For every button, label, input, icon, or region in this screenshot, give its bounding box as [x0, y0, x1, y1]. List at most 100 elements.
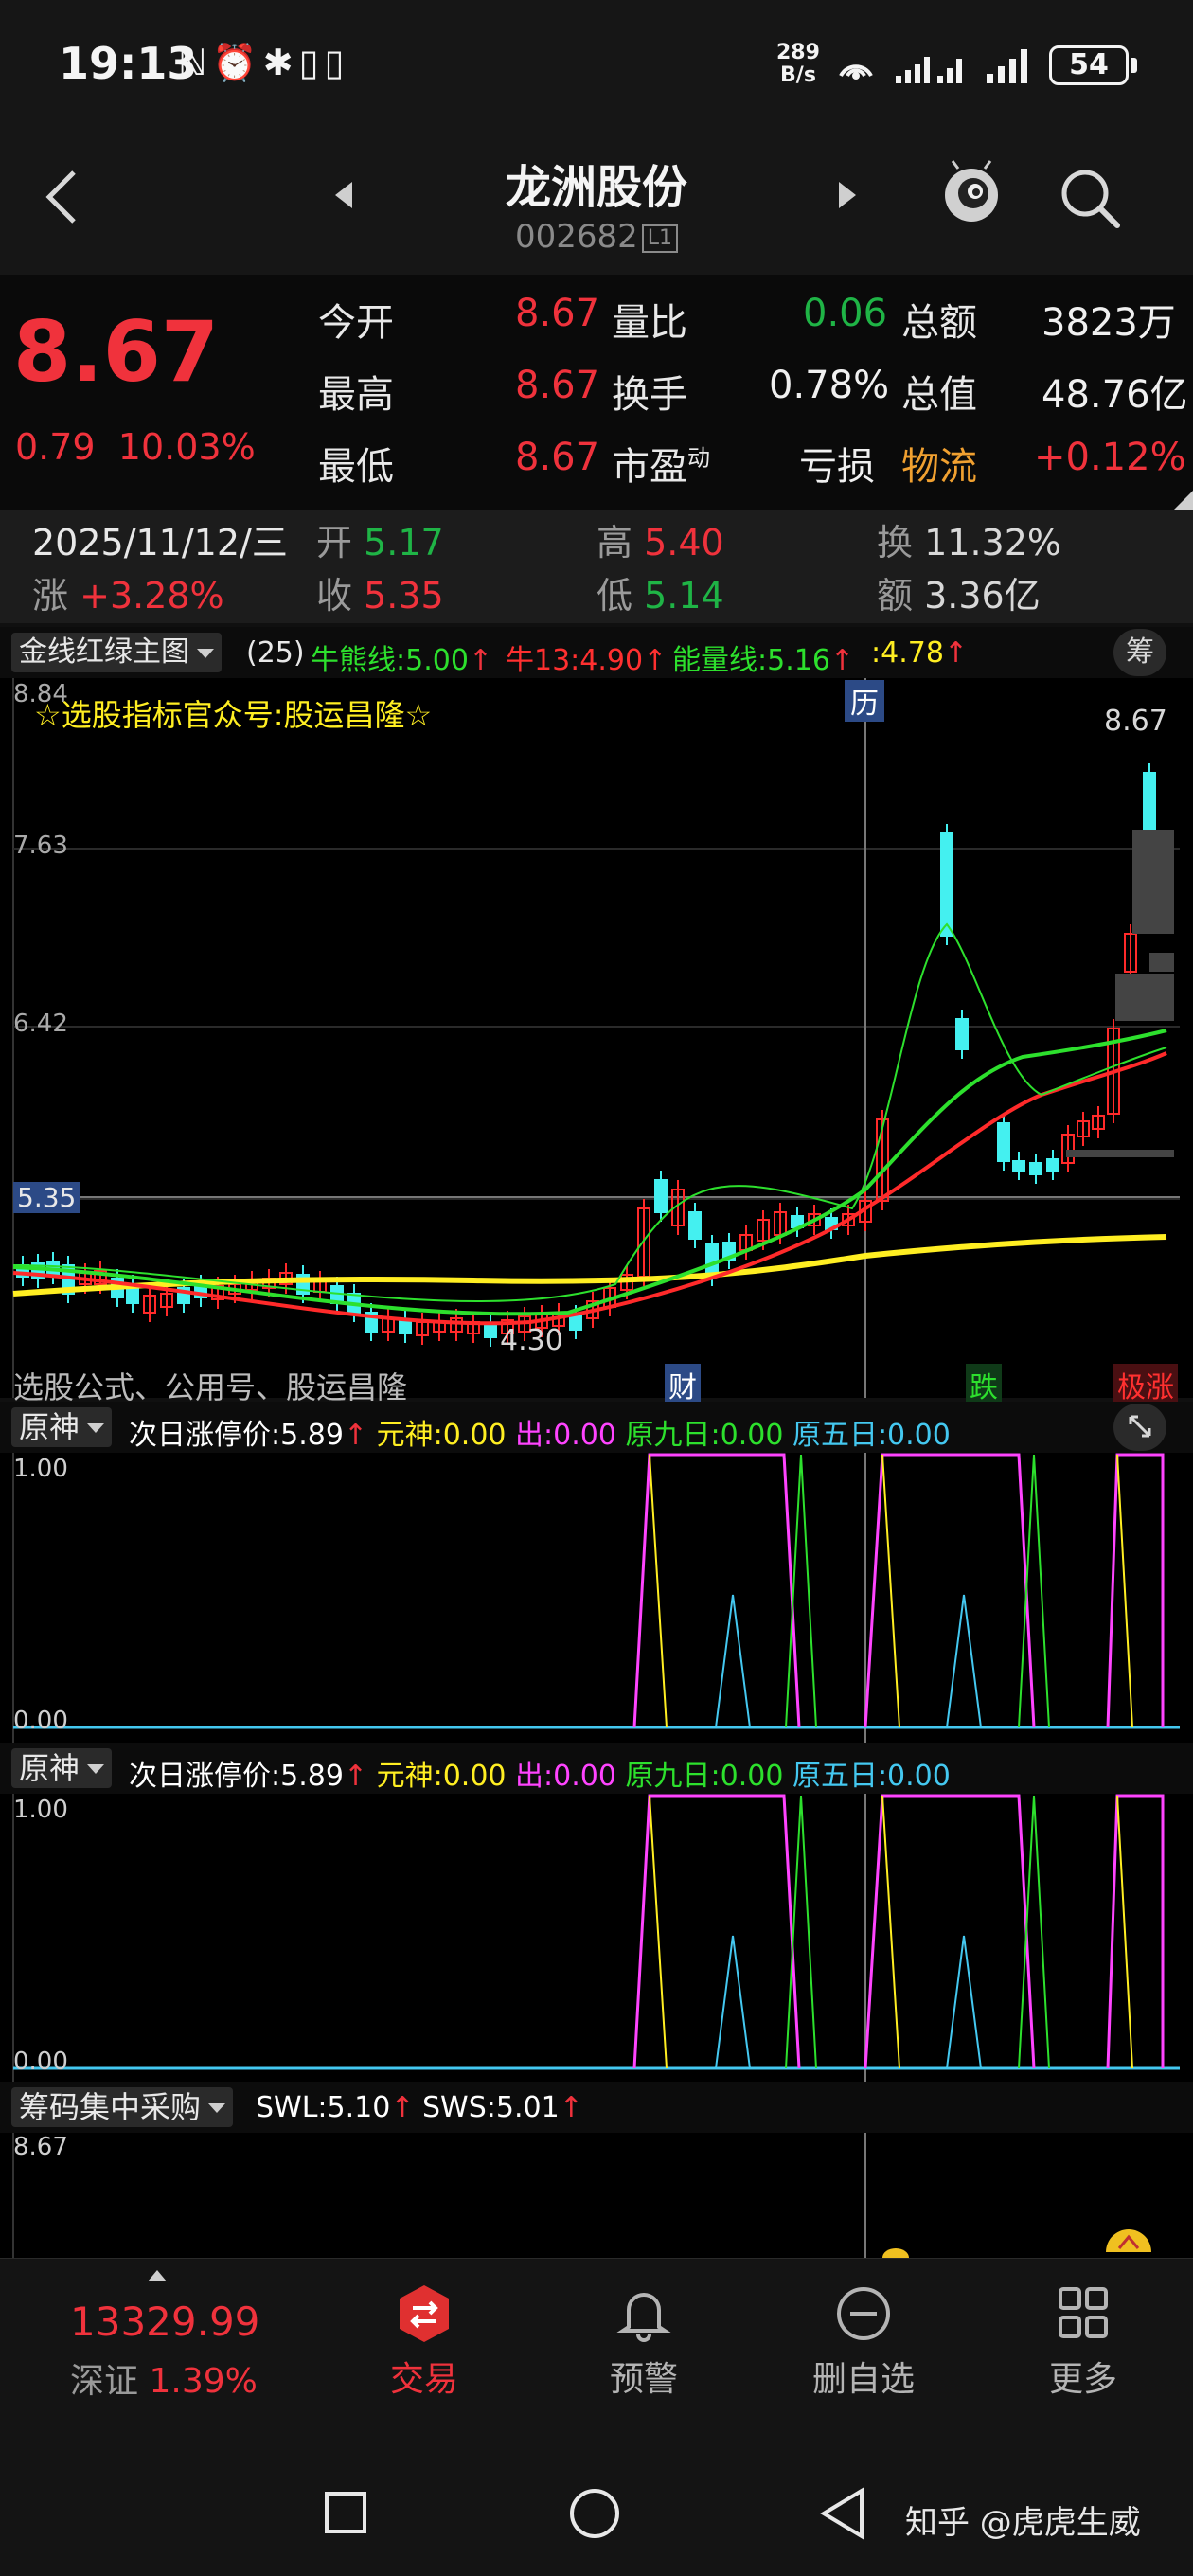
prev-stock-button[interactable] — [329, 176, 358, 223]
y-axis-tick-2: 6.42 — [13, 1010, 68, 1038]
quote-value: 0.78% — [769, 364, 890, 407]
net-speed: 289 B/s — [776, 42, 820, 87]
finance-tag[interactable]: 财 — [665, 1364, 701, 1405]
quote-value: 8.67 — [515, 292, 600, 335]
crosshair-info: 2025/11/12/三 开 5.17 高 5.40 换 11.32% 涨 +3… — [0, 510, 1193, 623]
nav-alert[interactable]: 预警 — [549, 2283, 739, 2401]
main-indicator-bar: 金线红绿主图 (25) 牛熊线:5.00↑ 牛13:4.90↑ 能量线:5.16… — [0, 627, 1193, 678]
panel2-items: 次日涨停价:5.89↑ 元神:0.00 出:0.00 原九日:0.00 原五日:… — [129, 1760, 951, 1793]
chip-indicator-bar: 筹码集中采购 SWL:5.10↑ SWS:5.01↑ — [0, 2082, 1193, 2133]
index-value[interactable]: 13329.99 — [70, 2299, 259, 2345]
info-date: 2025/11/12/三 — [32, 522, 288, 564]
quote-value: 亏损 — [799, 445, 875, 489]
stock-name: 龙洲股份 — [505, 161, 687, 214]
quote-label: 总值 — [901, 373, 977, 417]
quote-label: 换手 — [612, 373, 687, 417]
info-open: 开 5.17 — [316, 522, 444, 564]
candle-body — [654, 1179, 668, 1213]
panel2-y-bottom: 0.00 — [13, 2048, 68, 2076]
triangle-right-icon — [839, 182, 856, 208]
expand-button[interactable] — [1113, 1404, 1166, 1451]
chip-swl: SWL:5.10↑ — [256, 2091, 415, 2124]
panel1-items: 次日涨停价:5.89↑ 元神:0.00 出:0.00 原九日:0.00 原五日:… — [129, 1419, 951, 1452]
history-tag[interactable]: 历 — [845, 680, 884, 722]
bull13-line: 牛13:4.90↑ — [506, 644, 668, 677]
chip-y-top: 8.67 — [13, 2133, 68, 2161]
stock-code: 002682 — [514, 218, 638, 256]
panel1-item: 原九日:0.00 — [625, 1419, 784, 1452]
nav-trade[interactable]: 交易 — [329, 2283, 519, 2401]
candle-body — [997, 1122, 1010, 1162]
candle-body — [1143, 772, 1156, 831]
next-stock-button[interactable] — [833, 176, 862, 223]
price-change: 0.79 10.03% — [15, 426, 256, 468]
info-low: 低 5.14 — [596, 575, 724, 617]
robot-assistant-icon[interactable] — [937, 159, 1006, 227]
triangle-left-icon — [335, 182, 352, 208]
info-close: 收 5.35 — [316, 575, 444, 617]
back-nav-button[interactable] — [818, 2485, 867, 2542]
hotspot-icon — [839, 64, 873, 80]
indicator-period: (25) — [246, 636, 305, 670]
quote-label: 市盈动 — [612, 436, 710, 491]
trade-icon — [400, 2285, 449, 2342]
panel2-chart[interactable] — [0, 1794, 1193, 2084]
panel1-indicator-bar: 原神 次日涨停价:5.89↑ 元神:0.00 出:0.00 原九日:0.00 原… — [0, 1402, 1193, 1453]
minus-circle-icon — [837, 2287, 890, 2340]
candle-body — [399, 1319, 412, 1334]
chip-distribution-button[interactable]: 筹 — [1113, 629, 1166, 676]
bottom-nav: 13329.99 深证 1.39% 交易 预警 删自选 更多 — [0, 2258, 1193, 2447]
main-indicator-dropdown[interactable]: 金线红绿主图 — [11, 633, 222, 672]
panel1-y-bottom: 0.00 — [13, 1707, 68, 1735]
y-axis-tick-1: 7.63 — [13, 832, 68, 860]
info-chg: 涨 +3.28% — [32, 575, 224, 617]
home-button[interactable] — [568, 2487, 621, 2540]
quote-value: 8.67 — [515, 436, 600, 479]
energy-line: 能量线:5.16↑ — [672, 644, 855, 677]
search-icon[interactable] — [1057, 165, 1123, 231]
recent-apps-button[interactable] — [322, 2489, 369, 2536]
nav-more[interactable]: 更多 — [988, 2283, 1178, 2401]
panel2-item: 次日涨停价:5.89 — [129, 1760, 344, 1793]
candle-body — [1029, 1162, 1042, 1175]
quote-label: 最高 — [318, 373, 394, 417]
back-button[interactable] — [38, 159, 85, 252]
chip-block — [1149, 953, 1174, 972]
sector-link[interactable]: 物流 — [901, 436, 977, 491]
chip-sws: SWS:5.01↑ — [422, 2091, 583, 2124]
chip-block — [1115, 974, 1174, 1021]
quote-label: 量比 — [612, 301, 687, 345]
status-time: 19:13 — [59, 38, 198, 89]
panel1-item: 原五日:0.00 — [792, 1419, 951, 1452]
corner-mark-icon — [1174, 491, 1193, 510]
panel2-item: 原五日:0.00 — [792, 1760, 951, 1793]
nav-remove-watchlist[interactable]: 删自选 — [769, 2283, 958, 2401]
quote-label: 今开 — [318, 301, 394, 345]
panel1-dropdown[interactable]: 原神 — [11, 1407, 113, 1447]
candlestick-chart[interactable] — [0, 678, 1193, 1398]
info-amount: 额 3.36亿 — [877, 575, 1041, 617]
candle-body — [484, 1323, 497, 1338]
chip-dropdown[interactable]: 筹码集中采购 — [11, 2087, 234, 2127]
limit-up-tag[interactable]: 极涨 — [1113, 1364, 1178, 1405]
index-info[interactable]: 深证 1.39% — [70, 2353, 258, 2403]
panel2-item: 元神:0.00 — [376, 1760, 507, 1793]
watermark: 知乎 @虎虎生威 — [905, 2504, 1141, 2542]
bell-icon — [616, 2293, 671, 2342]
info-turnover: 换 11.32% — [877, 522, 1062, 564]
chip-chart[interactable] — [0, 2133, 1193, 2258]
bull-bear-line: 牛熊线:5.00↑ — [311, 644, 493, 677]
quote-panel: 8.67 0.79 10.03% 今开 8.67 量比 0.06 总额 3823… — [0, 275, 1193, 510]
candle-body — [940, 832, 953, 937]
panel1-item: 元神:0.00 — [376, 1419, 507, 1452]
chevron-left-icon — [45, 170, 76, 224]
candle-body — [1046, 1158, 1059, 1172]
info-high: 高 5.40 — [596, 522, 724, 564]
panel2-dropdown[interactable]: 原神 — [11, 1748, 113, 1788]
panel1-chart[interactable] — [0, 1453, 1193, 1743]
panel2-item: 出:0.00 — [515, 1760, 616, 1793]
chip-block — [1066, 1150, 1174, 1157]
down-tag[interactable]: 跌 — [966, 1364, 1002, 1405]
chip-block — [1132, 830, 1174, 934]
expand-arrows-icon — [1129, 1415, 1151, 1438]
